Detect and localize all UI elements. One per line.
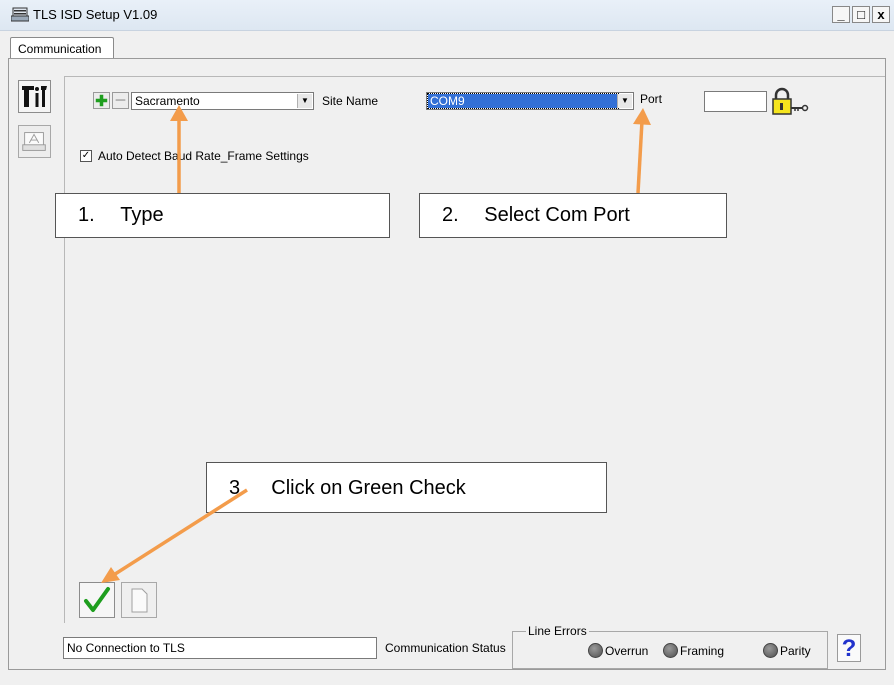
auto-detect-label: Auto Detect Baud Rate_Frame Settings [98,149,309,163]
parity-indicator [763,643,778,658]
title-bar: TLS ISD Setup V1.09 _ □ x [0,0,894,31]
framing-label: Framing [680,644,725,658]
blank-page-icon[interactable] [121,582,157,618]
site-name-label: Site Name [322,94,379,108]
window-app-icon [11,7,29,22]
window-controls: _ □ x [832,6,890,23]
tab-communication[interactable]: Communication [10,37,114,59]
callout-text: Type [120,204,164,226]
callout-number: 1. [78,204,95,226]
callout-number: 2. [442,204,459,226]
connection-status-field: No Connection to TLS [63,637,377,659]
remove-icon[interactable] [112,92,129,109]
app-window: TLS ISD Setup V1.09 _ □ x Communication … [0,0,894,685]
window-title: TLS ISD Setup V1.09 [33,7,158,22]
chevron-down-icon[interactable]: ▼ [617,94,632,108]
line-errors-title: Line Errors [526,624,589,638]
chevron-down-icon[interactable]: ▼ [297,94,312,108]
port-label: Port [640,92,663,106]
overrun-label: Overrun [605,644,649,658]
add-icon[interactable] [93,92,110,109]
tools-icon[interactable] [18,80,51,113]
minimize-button[interactable]: _ [832,6,850,23]
close-button[interactable]: x [872,6,890,23]
check-icon[interactable] [79,582,115,618]
site-name-value: Sacramento [135,94,200,108]
overrun-indicator [588,643,603,658]
port-number-field[interactable] [704,91,767,112]
maximize-button[interactable]: □ [852,6,870,23]
lock-key-icon[interactable] [771,87,809,115]
help-icon[interactable]: ? [837,634,861,662]
callout-number: 3. [229,477,246,499]
port-value: COM9 [427,93,619,109]
callout-select-port: 2. Select Com Port [419,193,727,238]
print-icon[interactable] [18,125,51,158]
framing-indicator [663,643,678,658]
parity-label: Parity [780,644,811,658]
callout-text: Select Com Port [484,204,630,226]
communication-status-label: Communication Status [385,641,506,655]
port-combo[interactable]: COM9 ▼ [426,92,634,110]
site-name-combo[interactable]: Sacramento ▼ [131,92,314,110]
callout-green-check: 3. Click on Green Check [206,462,607,513]
auto-detect-checkbox[interactable]: ✓ [80,150,92,162]
callout-text: Click on Green Check [271,477,466,499]
callout-type: 1. Type [55,193,390,238]
